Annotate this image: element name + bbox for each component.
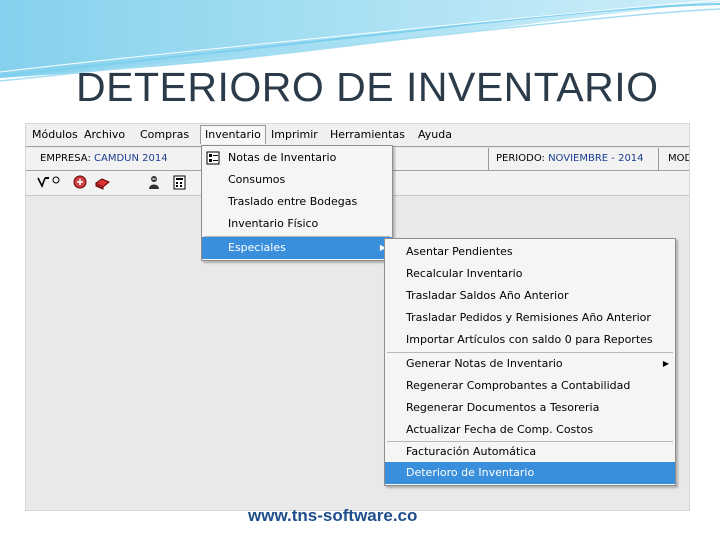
calculator-icon[interactable] bbox=[171, 174, 188, 191]
menu-item-deterioro-inventario[interactable]: Deterioro de Inventario bbox=[385, 462, 675, 484]
menu-item-especiales[interactable]: Especiales ▶ bbox=[202, 237, 392, 259]
menu-archivo[interactable]: Archivo bbox=[84, 128, 125, 141]
periodo-value: NOVIEMBRE - 2014 bbox=[548, 153, 644, 164]
slide-title: DETERIORO DE INVENTARIO bbox=[76, 64, 659, 110]
menu-item-asentar-pendientes[interactable]: Asentar Pendientes bbox=[385, 241, 675, 263]
menubar: Módulos Archivo Compras Inventario Impri… bbox=[26, 124, 689, 146]
user-icon[interactable] bbox=[146, 174, 163, 191]
footer-url[interactable]: www.tns-software.co bbox=[248, 506, 417, 526]
app-window: Módulos Archivo Compras Inventario Impri… bbox=[25, 123, 690, 511]
empresa-label: EMPRESA: CAMDUN 2014 bbox=[40, 153, 168, 164]
menu-item-regenerar-comprobantes[interactable]: Regenerar Comprobantes a Contabilidad bbox=[385, 375, 675, 397]
info-divider bbox=[488, 148, 489, 170]
box-icon[interactable] bbox=[94, 174, 111, 191]
circle-icon[interactable] bbox=[50, 174, 67, 191]
menu-herramientas[interactable]: Herramientas bbox=[330, 128, 405, 141]
menu-item-inventario-fisico[interactable]: Inventario Físico bbox=[202, 213, 392, 235]
menu-item-consumos[interactable]: Consumos bbox=[202, 169, 392, 191]
menu-item-importar-articulos[interactable]: Importar Artículos con saldo 0 para Repo… bbox=[385, 329, 675, 351]
menu-item-trasladar-saldos[interactable]: Trasladar Saldos Año Anterior bbox=[385, 285, 675, 307]
menu-item-facturacion-automatica[interactable]: Facturación Automática bbox=[385, 441, 675, 463]
menu-item-traslado-bodegas[interactable]: Traslado entre Bodegas bbox=[202, 191, 392, 213]
submenu-arrow-icon: ▶ bbox=[662, 359, 669, 368]
menu-compras[interactable]: Compras bbox=[140, 128, 189, 141]
menu-item-recalcular-inventario[interactable]: Recalcular Inventario bbox=[385, 263, 675, 285]
menu-item-actualizar-fecha[interactable]: Actualizar Fecha de Comp. Costos bbox=[385, 419, 675, 441]
menu-imprimir[interactable]: Imprimir bbox=[271, 128, 318, 141]
menu-item-notas-inventario[interactable]: Notas de Inventario bbox=[202, 147, 392, 169]
periodo-label: PERIODO: NOVIEMBRE - 2014 bbox=[496, 153, 644, 164]
form-icon[interactable] bbox=[72, 174, 89, 191]
mod-label: MOD bbox=[668, 153, 690, 164]
menu-item-regenerar-documentos[interactable]: Regenerar Documentos a Tesoreria bbox=[385, 397, 675, 419]
info-divider bbox=[658, 148, 659, 170]
menu-item-trasladar-pedidos[interactable]: Trasladar Pedidos y Remisiones Año Anter… bbox=[385, 307, 675, 329]
menu-modulos[interactable]: Módulos bbox=[32, 128, 78, 141]
menu-inventario[interactable]: Inventario bbox=[200, 125, 266, 144]
menu-ayuda[interactable]: Ayuda bbox=[418, 128, 452, 141]
empresa-value: CAMDUN 2014 bbox=[94, 153, 168, 164]
inventario-menu: Notas de Inventario Consumos Traslado en… bbox=[201, 145, 393, 261]
especiales-submenu: Asentar Pendientes Recalcular Inventario… bbox=[384, 238, 676, 486]
menu-item-generar-notas[interactable]: Generar Notas de Inventario ▶ bbox=[385, 353, 675, 375]
